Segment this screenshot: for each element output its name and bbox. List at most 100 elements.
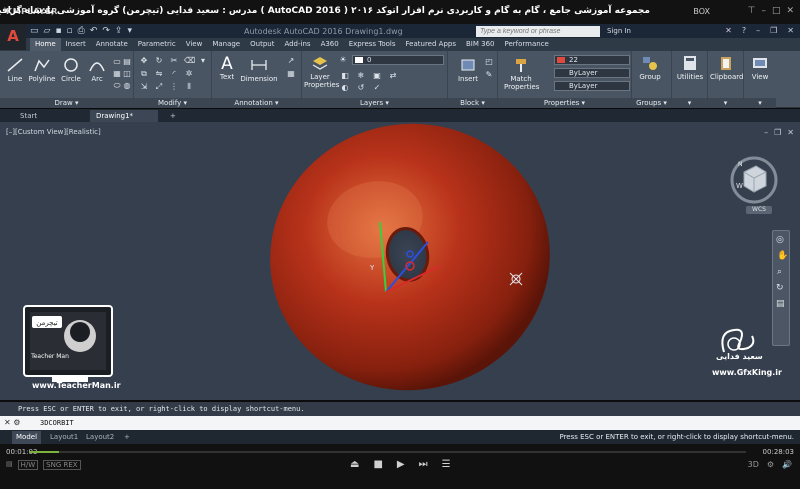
- layers-panel-label[interactable]: Layers ▾: [302, 98, 447, 108]
- modify-panel-label[interactable]: Modify ▾: [134, 98, 211, 108]
- tab-parametric[interactable]: Parametric: [133, 38, 181, 51]
- seek-bar[interactable]: [30, 451, 746, 453]
- volume-icon[interactable]: 🔊: [782, 460, 792, 469]
- hatch-icon[interactable]: ▦: [112, 69, 122, 78]
- showmotion-icon[interactable]: ▤: [776, 299, 785, 309]
- scale-icon[interactable]: ⤢: [154, 82, 164, 91]
- region-icon[interactable]: ◍: [122, 81, 132, 90]
- next-icon[interactable]: ⏭: [419, 459, 428, 470]
- playlist-icon[interactable]: ☰: [442, 459, 451, 470]
- groups-panel-label[interactable]: Groups ▾: [632, 98, 671, 108]
- command-input[interactable]: 3DCORBIT: [0, 416, 800, 430]
- window-close-icon[interactable]: ✕: [787, 26, 794, 35]
- annotation-panel-label[interactable]: Annotation ▾: [212, 98, 301, 108]
- file-tab-start[interactable]: Start: [14, 110, 90, 122]
- play-icon[interactable]: ▶: [397, 459, 405, 470]
- light-bulb-icon[interactable]: ☀: [338, 55, 348, 64]
- copy-icon[interactable]: ⧉: [139, 69, 149, 78]
- file-tab-drawing1[interactable]: Drawing1*: [90, 110, 158, 122]
- layer-properties-tool[interactable]: Layer Properties: [304, 55, 339, 89]
- tab-express-tools[interactable]: Express Tools: [344, 38, 401, 51]
- layer-iso-icon[interactable]: ◧: [340, 71, 350, 80]
- save-icon[interactable]: ▪: [55, 26, 61, 36]
- renderer-badge[interactable]: SNG REX: [43, 460, 81, 470]
- match-properties-tool[interactable]: Match Properties: [504, 57, 539, 91]
- tab-bim-360[interactable]: BIM 360: [461, 38, 500, 51]
- text-tool[interactable]: A Text: [216, 55, 238, 81]
- close-icon[interactable]: ✕: [786, 6, 794, 16]
- save-as-icon[interactable]: ▫: [67, 26, 73, 36]
- pin-icon[interactable]: ⊤: [748, 6, 756, 16]
- leader-icon[interactable]: ↗: [286, 56, 296, 65]
- line-tool[interactable]: Line: [4, 57, 26, 83]
- settings-icon[interactable]: ⚙: [767, 460, 774, 469]
- linetype-dropdown[interactable]: ByLayer: [554, 68, 630, 78]
- view-tool[interactable]: View: [746, 55, 774, 81]
- zoom-icon[interactable]: ⌕: [777, 267, 782, 277]
- layer-freeze-icon[interactable]: ❄: [356, 71, 366, 80]
- undo-icon[interactable]: ↶: [90, 26, 98, 36]
- layer-match-icon[interactable]: ⇄: [388, 71, 398, 80]
- create-block-icon[interactable]: ◰: [484, 57, 494, 66]
- menu-icon[interactable]: ▤: [6, 460, 13, 470]
- draw-panel-label[interactable]: Draw ▾: [0, 98, 133, 108]
- boundary-icon[interactable]: ◫: [122, 69, 132, 78]
- new-tab-button[interactable]: +: [164, 110, 180, 122]
- new-file-icon[interactable]: ▭: [30, 26, 39, 36]
- properties-panel-label[interactable]: Properties ▾: [498, 98, 631, 108]
- stop-icon[interactable]: ■: [373, 459, 382, 470]
- maximize-icon[interactable]: □: [772, 6, 781, 16]
- help-icon[interactable]: ?: [742, 26, 746, 35]
- layout-tab-model[interactable]: Model: [12, 431, 42, 444]
- polyline-tool[interactable]: Polyline: [27, 57, 57, 83]
- tab-performance[interactable]: Performance: [499, 38, 553, 51]
- layer-lock-icon[interactable]: ▣: [372, 71, 382, 80]
- command-customize-icon[interactable]: ✕: [4, 418, 11, 427]
- pan-icon[interactable]: ✋: [777, 251, 788, 261]
- utilities-panel-arrow[interactable]: ▾: [672, 98, 707, 108]
- move-icon[interactable]: ✥: [139, 56, 149, 65]
- 3d-icon[interactable]: 3D: [748, 460, 759, 469]
- explode-icon[interactable]: ✲: [184, 69, 194, 78]
- layout-tab-layout2[interactable]: Layout2: [82, 431, 118, 444]
- tab-insert[interactable]: Insert: [61, 38, 91, 51]
- clipboard-tool[interactable]: Clipboard: [710, 55, 743, 81]
- insert-tool[interactable]: Insert: [454, 57, 482, 83]
- sign-in-button[interactable]: Sign In: [607, 27, 631, 35]
- gradient-icon[interactable]: ▤: [122, 57, 132, 66]
- command-wrench-icon[interactable]: ⚙: [13, 418, 20, 427]
- window-restore-icon[interactable]: ❐: [770, 26, 777, 35]
- view-panel-arrow[interactable]: ▾: [744, 98, 776, 108]
- arc-tool[interactable]: Arc: [86, 57, 108, 83]
- lineweight-dropdown[interactable]: ByLayer: [554, 81, 630, 91]
- hw-decode-badge[interactable]: H/W: [17, 460, 39, 470]
- mirror-icon[interactable]: ⇋: [154, 69, 164, 78]
- tab-view[interactable]: View: [181, 38, 208, 51]
- utilities-tool[interactable]: Utilities: [674, 55, 706, 81]
- circle-tool[interactable]: Circle: [60, 57, 82, 83]
- window-minimize-icon[interactable]: –: [756, 26, 760, 35]
- add-layout-button[interactable]: +: [120, 431, 134, 444]
- minimize-icon[interactable]: –: [761, 6, 766, 16]
- color-dropdown[interactable]: 22: [554, 55, 630, 65]
- redo-icon[interactable]: ↷: [102, 26, 110, 36]
- exchange-icon[interactable]: ✕: [725, 26, 732, 35]
- layer-previous-icon[interactable]: ↺: [356, 83, 366, 92]
- table-icon[interactable]: ▦: [286, 69, 296, 78]
- fillet-icon[interactable]: ◜: [169, 69, 179, 78]
- steering-wheel-icon[interactable]: ◎: [776, 235, 784, 245]
- application-menu-button[interactable]: A: [0, 24, 26, 50]
- print-icon[interactable]: ⎙: [78, 26, 85, 36]
- ellipse-icon[interactable]: ⬭: [112, 81, 122, 90]
- trim-icon[interactable]: ✂: [169, 56, 179, 65]
- layer-current-icon[interactable]: ✓: [372, 83, 382, 92]
- array-icon[interactable]: ⋮: [169, 82, 179, 91]
- tab-home[interactable]: Home: [30, 38, 61, 51]
- layer-dropdown[interactable]: 0: [352, 55, 444, 65]
- orbit-icon[interactable]: ↻: [776, 283, 784, 293]
- clipboard-panel-arrow[interactable]: ▾: [708, 98, 743, 108]
- erase-icon[interactable]: ⌫: [184, 56, 195, 65]
- box-button[interactable]: BOX: [693, 7, 710, 16]
- modify-dropdown-icon[interactable]: ▾: [198, 56, 208, 65]
- eject-icon[interactable]: ⏏: [350, 459, 359, 470]
